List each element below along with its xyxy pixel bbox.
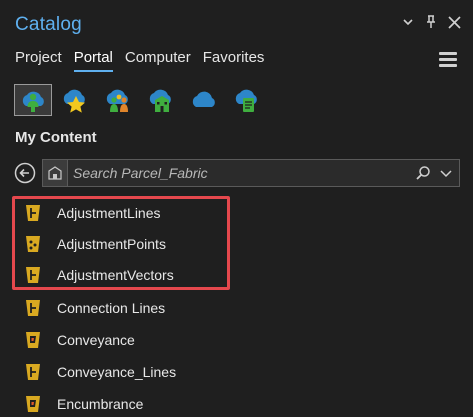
tab-favorites[interactable]: Favorites [203, 49, 265, 72]
list-item[interactable]: Conveyance [22, 327, 135, 353]
title-bar: Catalog [0, 0, 473, 46]
menu-icon[interactable] [439, 52, 457, 68]
list-item[interactable]: Connection Lines [22, 295, 165, 321]
item-label: AdjustmentLines [57, 205, 161, 221]
close-icon[interactable] [447, 14, 461, 30]
list-item[interactable]: Conveyance_Lines [22, 359, 176, 385]
item-label: AdjustmentPoints [57, 236, 166, 252]
chevron-down-icon[interactable] [439, 167, 453, 179]
window-buttons [401, 14, 461, 30]
pane-title: Catalog [15, 14, 82, 35]
section-title: My Content [15, 129, 97, 146]
tab-project[interactable]: Project [15, 49, 62, 72]
pin-icon[interactable] [424, 14, 438, 30]
living-atlas-icon[interactable] [229, 84, 267, 116]
groups-icon[interactable] [100, 84, 138, 116]
favorites-icon[interactable] [57, 84, 95, 116]
catalog-tabs: Project Portal Computer Favorites [15, 49, 264, 72]
portal-icon-bar [14, 84, 267, 116]
list-item[interactable]: AdjustmentVectors [22, 262, 174, 288]
list-item[interactable]: Encumbrance [22, 391, 143, 417]
item-label: Encumbrance [57, 396, 144, 412]
point-feature-layer-icon [22, 233, 44, 255]
tab-computer[interactable]: Computer [125, 49, 191, 72]
item-label: Conveyance [57, 332, 135, 348]
line-feature-layer-icon [22, 361, 44, 383]
item-label: Connection Lines [57, 300, 166, 316]
search-box [42, 159, 460, 187]
search-input[interactable] [73, 164, 373, 182]
line-feature-layer-icon [22, 202, 44, 224]
item-label: AdjustmentVectors [57, 267, 174, 283]
back-arrow-icon[interactable] [14, 162, 36, 184]
organization-icon[interactable] [143, 84, 181, 116]
arcgis-online-icon[interactable] [186, 84, 224, 116]
list-item[interactable]: AdjustmentPoints [22, 231, 166, 257]
polygon-feature-layer-icon [22, 329, 44, 351]
chevron-down-icon[interactable] [401, 14, 415, 30]
item-label: Conveyance_Lines [57, 364, 177, 380]
my-content-icon[interactable] [14, 84, 52, 116]
list-item[interactable]: AdjustmentLines [22, 200, 161, 226]
search-scope-icon[interactable] [43, 160, 68, 186]
line-feature-layer-icon [22, 297, 44, 319]
line-feature-layer-icon [22, 264, 44, 286]
polygon-feature-layer-icon [22, 393, 44, 415]
tab-portal[interactable]: Portal [73, 49, 113, 72]
search-icon[interactable] [415, 165, 431, 181]
